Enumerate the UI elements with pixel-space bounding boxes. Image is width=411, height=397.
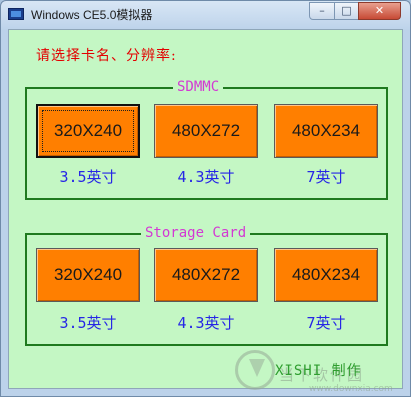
watermark-logo-icon bbox=[235, 350, 275, 390]
group-label-sdmmc: SDMMC bbox=[173, 79, 224, 95]
sdmmc-480x234-button[interactable]: 480X234 bbox=[274, 104, 378, 158]
group-label-storage-card: Storage Card bbox=[141, 225, 251, 241]
watermark-url: www.downxia.com bbox=[309, 384, 393, 394]
minimize-button[interactable]: – bbox=[309, 2, 335, 20]
emulator-window: Windows CE5.0模拟器 – □ ✕ 请选择卡名、分辨率: SDMMC … bbox=[0, 0, 411, 397]
storage-caption-3.5: 3.5英寸 bbox=[59, 314, 117, 332]
selection-prompt: 请选择卡名、分辨率: bbox=[36, 48, 177, 64]
button-label: 320X240 bbox=[53, 121, 123, 140]
client-area: 请选择卡名、分辨率: SDMMC 320X240 480X272 480X234… bbox=[8, 29, 403, 394]
storage-caption-7: 7英寸 bbox=[306, 314, 346, 332]
storage-480x234-button[interactable]: 480X234 bbox=[274, 248, 378, 302]
close-button[interactable]: ✕ bbox=[358, 2, 401, 20]
button-label: 320X240 bbox=[53, 265, 123, 284]
title-bar[interactable]: Windows CE5.0模拟器 – □ ✕ bbox=[1, 1, 410, 27]
sdmmc-caption-7: 7英寸 bbox=[306, 168, 346, 186]
button-label: 480X234 bbox=[291, 121, 361, 140]
storage-caption-4.3: 4.3英寸 bbox=[177, 314, 235, 332]
maximize-button[interactable]: □ bbox=[334, 2, 359, 20]
button-label: 480X272 bbox=[171, 265, 241, 284]
storage-320x240-button[interactable]: 320X240 bbox=[36, 248, 140, 302]
app-monitor-icon bbox=[8, 8, 24, 20]
window-title: Windows CE5.0模拟器 bbox=[31, 8, 153, 22]
storage-480x272-button[interactable]: 480X272 bbox=[154, 248, 258, 302]
button-label: 480X234 bbox=[291, 265, 361, 284]
sdmmc-caption-3.5: 3.5英寸 bbox=[59, 168, 117, 186]
button-label: 480X272 bbox=[171, 121, 241, 140]
sdmmc-480x272-button[interactable]: 480X272 bbox=[154, 104, 258, 158]
sdmmc-320x240-button[interactable]: 320X240 bbox=[36, 104, 140, 158]
sdmmc-caption-4.3: 4.3英寸 bbox=[177, 168, 235, 186]
author-credit: XISHI 制作 bbox=[275, 363, 362, 379]
